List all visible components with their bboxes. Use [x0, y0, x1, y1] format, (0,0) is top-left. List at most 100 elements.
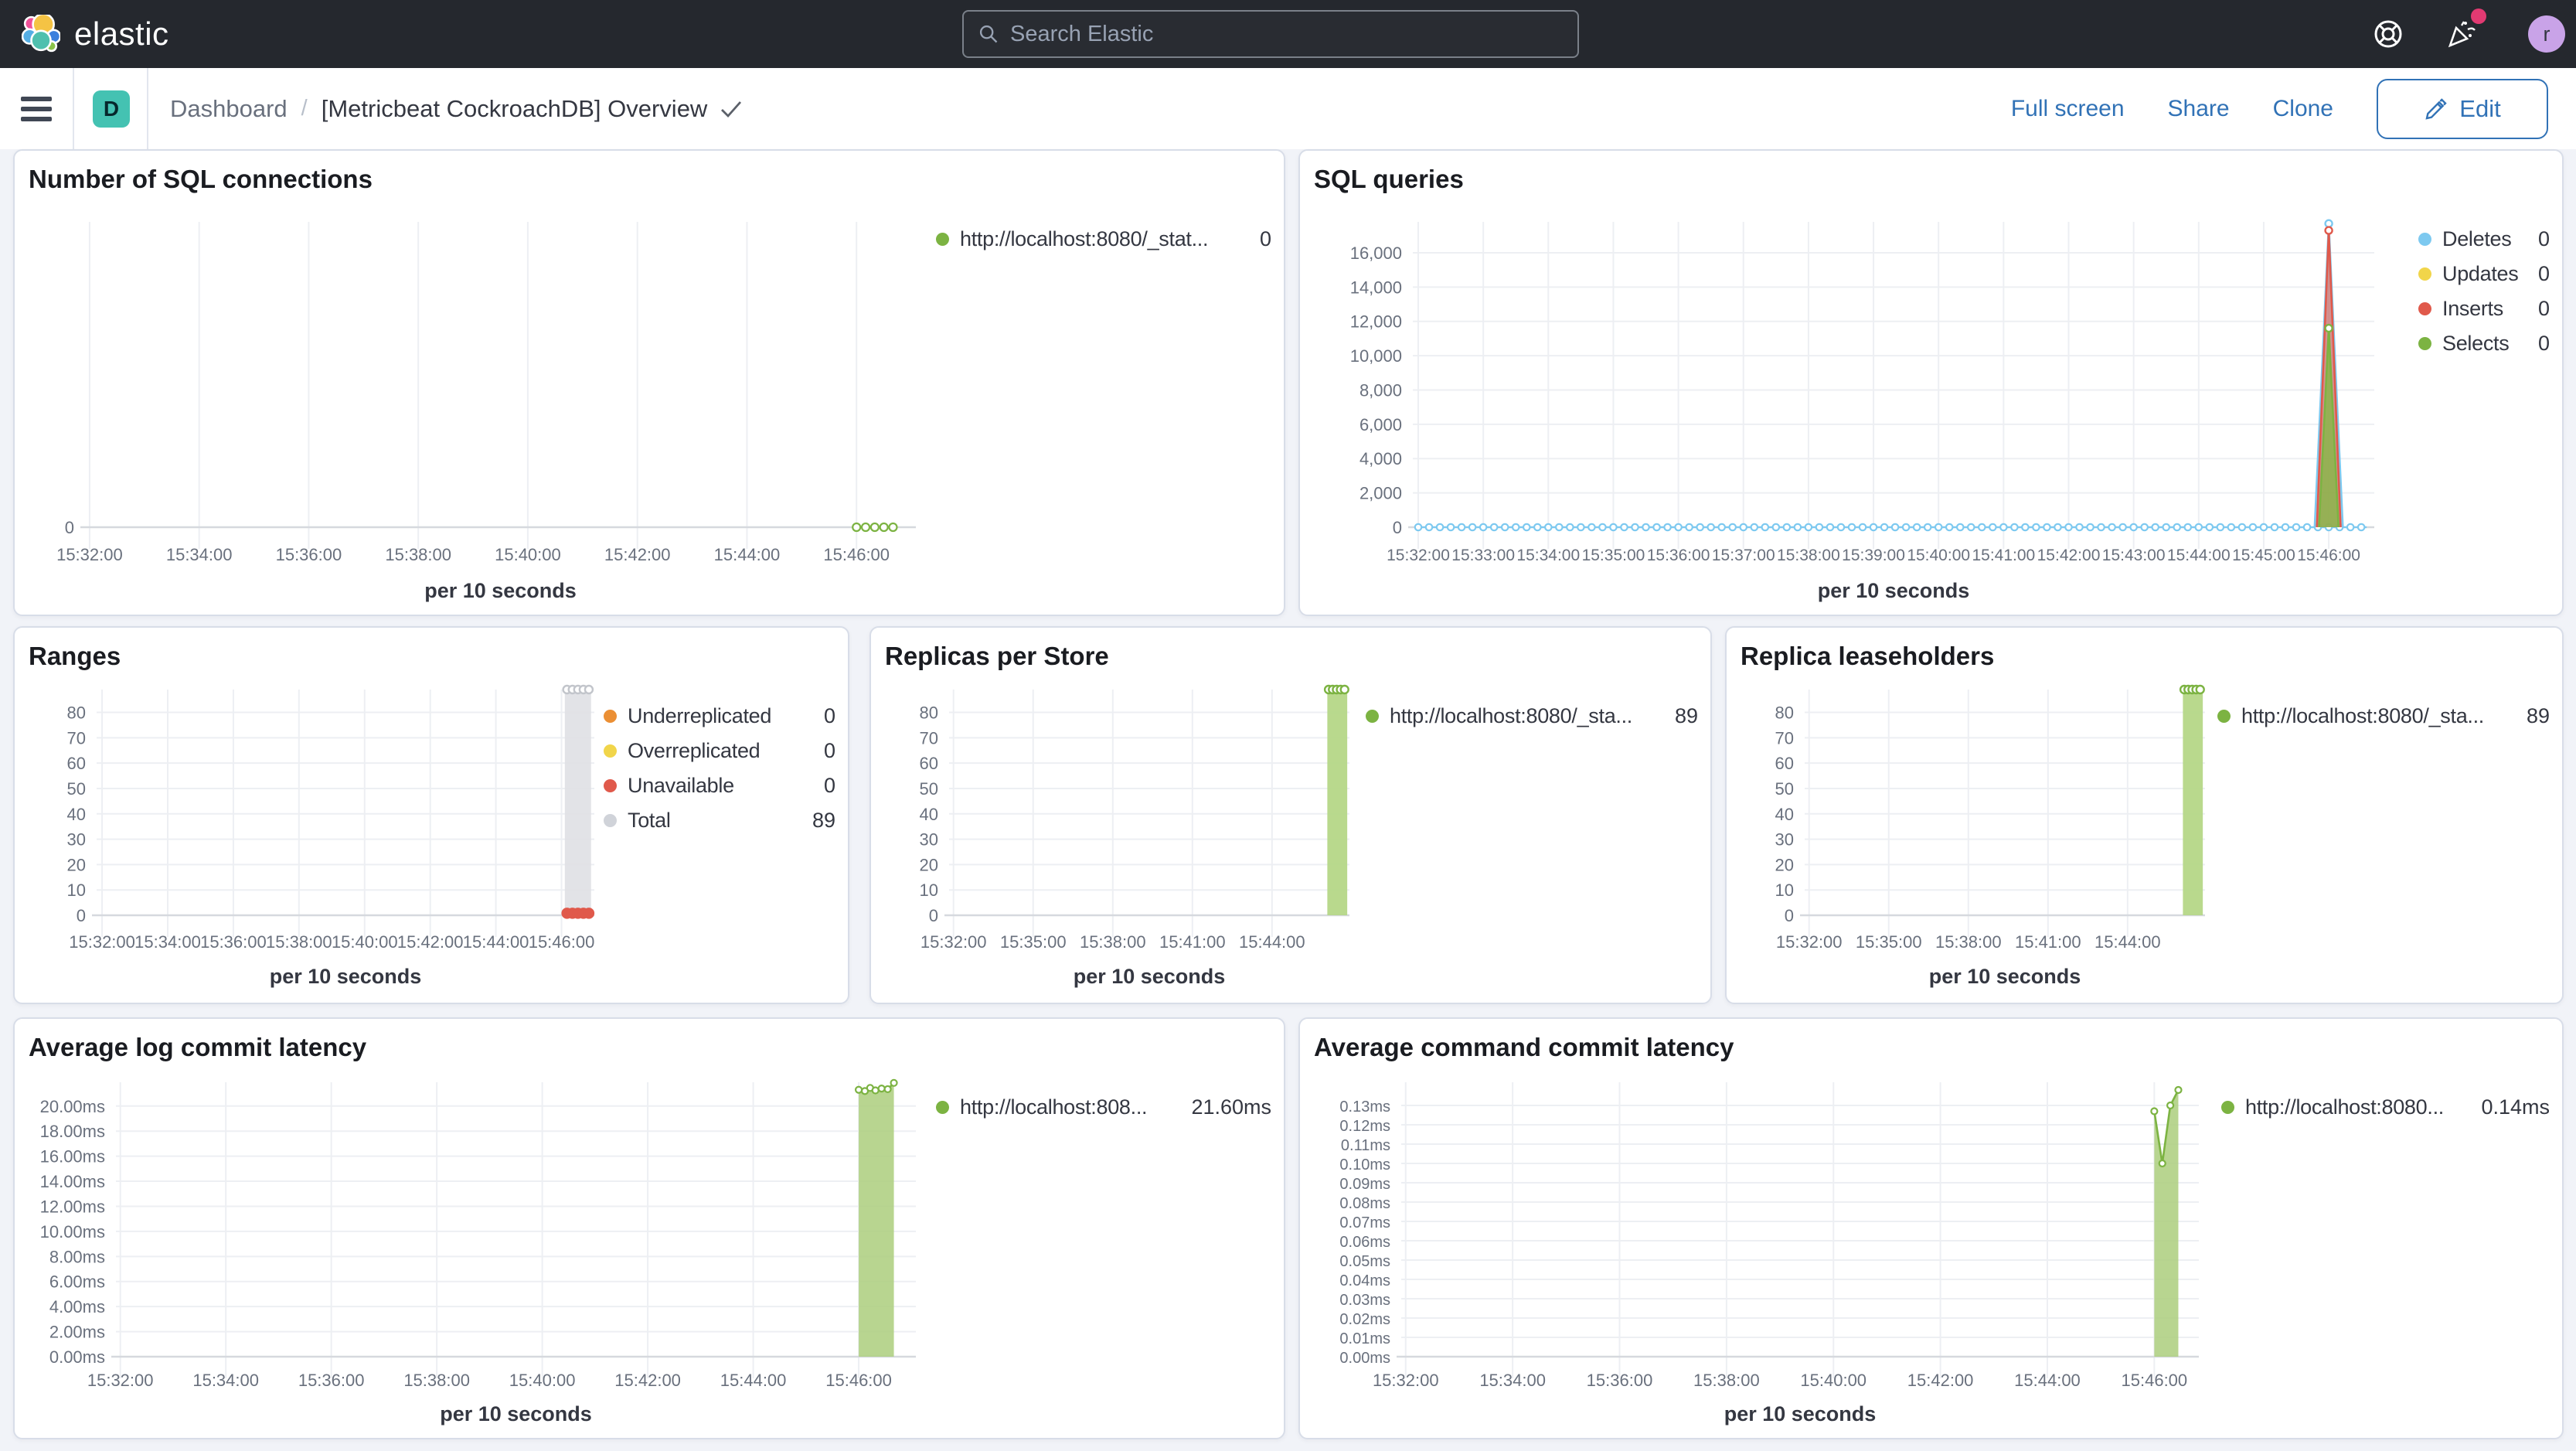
hamburger-icon [21, 96, 52, 121]
legend-item[interactable]: Total 89 [604, 803, 835, 838]
svg-text:12.00ms: 12.00ms [40, 1197, 105, 1216]
help-button[interactable] [2364, 10, 2412, 58]
svg-text:15:34:00: 15:34:00 [1516, 547, 1580, 564]
elastic-logo [22, 15, 60, 53]
global-header: elastic Search Elastic r [0, 0, 2576, 68]
svg-text:60: 60 [1775, 754, 1794, 773]
svg-text:15:38:00: 15:38:00 [1080, 932, 1146, 952]
legend-value: 0 [823, 774, 835, 797]
svg-text:0.06ms: 0.06ms [1339, 1234, 1390, 1251]
legend-item[interactable]: http://localhost:8080/_sta... 89 [1366, 699, 1698, 734]
svg-text:15:32:00: 15:32:00 [920, 932, 987, 952]
elastic-brand[interactable]: elastic [0, 15, 169, 53]
chart-canvas[interactable]: 0 10 20 30 40 50 60 70 80 15:32:00 15:34:00 15:36:0… [27, 676, 607, 1000]
svg-text:15:36:00: 15:36:00 [1647, 547, 1710, 564]
brand-text: elastic [74, 15, 169, 52]
legend-item[interactable]: http://localhost:808... 21.60ms [936, 1090, 1271, 1125]
svg-text:0: 0 [77, 906, 86, 925]
svg-text:15:38:00: 15:38:00 [403, 1371, 470, 1390]
chart-sql-queries[interactable]: 0 2,000 4,000 6,000 8,000 10,000 12,000 14,000 1… [1312, 199, 2418, 612]
chart-canvas[interactable]: 0.00ms 2.00ms 4.00ms 6.00ms 8.00ms 10.00ms 12.… [27, 1067, 939, 1430]
svg-text:40: 40 [920, 805, 938, 824]
breadcrumb: Dashboard / [Metricbeat CockroachDB] Ove… [170, 95, 743, 123]
chart-replica-leaseholders[interactable]: 0 10 20 30 40 50 60 70 80 15:32:00 15:35:00 15:38:0… [1739, 676, 2218, 1004]
legend-item[interactable]: Selects 0 [2418, 326, 2550, 361]
svg-text:30: 30 [1775, 830, 1794, 850]
svg-text:0.00ms: 0.00ms [49, 1347, 105, 1367]
chart-command-commit-latency[interactable]: 0.00ms 0.01ms 0.02ms 0.03ms 0.04ms 0.05ms 0.06… [1312, 1067, 2224, 1434]
legend-item[interactable]: Inserts 0 [2418, 291, 2550, 326]
app-badge-letter: D [103, 96, 120, 121]
svg-text:6.00ms: 6.00ms [49, 1272, 105, 1292]
svg-text:15:32:00: 15:32:00 [1373, 1371, 1439, 1390]
svg-text:0.10ms: 0.10ms [1339, 1156, 1390, 1173]
toolbar-divider [73, 68, 74, 149]
dashboard-app-badge[interactable]: D [93, 90, 130, 128]
search-input[interactable]: Search Elastic [962, 10, 1579, 58]
chart-ranges[interactable]: 0 10 20 30 40 50 60 70 80 15:32:00 15:34:00 15:36:0… [27, 676, 607, 1004]
series-dot-icon [936, 233, 949, 246]
svg-text:0.04ms: 0.04ms [1339, 1272, 1390, 1289]
legend-item[interactable]: http://localhost:8080... 0.14ms [2221, 1090, 2550, 1125]
svg-text:15:32:00: 15:32:00 [1776, 932, 1843, 952]
legend-item[interactable]: http://localhost:8080/_sta... 89 [2217, 699, 2550, 734]
svg-text:0.05ms: 0.05ms [1339, 1253, 1390, 1270]
svg-text:15:41:00: 15:41:00 [2015, 932, 2081, 952]
dashboard-title[interactable]: [Metricbeat CockroachDB] Overview [322, 95, 744, 123]
legend-value: 0 [2537, 297, 2550, 320]
svg-text:15:38:00: 15:38:00 [1777, 547, 1840, 564]
svg-text:15:40:00: 15:40:00 [1907, 547, 1970, 564]
legend-item[interactable]: Updates 0 [2418, 257, 2550, 291]
share-button[interactable]: Share [2168, 96, 2230, 122]
full-screen-button[interactable]: Full screen [2011, 96, 2125, 122]
svg-text:8,000: 8,000 [1359, 380, 1402, 400]
chart-canvas[interactable]: 0.00ms 0.01ms 0.02ms 0.03ms 0.04ms 0.05ms 0.06… [1312, 1067, 2224, 1430]
svg-text:15:36:00: 15:36:00 [298, 1371, 365, 1390]
svg-text:15:34:00: 15:34:00 [134, 932, 201, 952]
chart-replicas-per-store[interactable]: 0 10 20 30 40 50 60 70 80 15:32:00 15:35:00 15:38:0… [883, 676, 1363, 1004]
svg-text:15:37:00: 15:37:00 [1712, 547, 1775, 564]
legend-label: http://localhost:8080... [2245, 1095, 2444, 1119]
svg-text:15:32:00: 15:32:00 [56, 545, 123, 564]
legend-label: http://localhost:8080/_sta... [1390, 704, 1633, 727]
legend-item[interactable]: Unavailable 0 [604, 768, 835, 803]
legend-item[interactable]: Overreplicated 0 [604, 734, 835, 768]
series-dot-icon [2418, 233, 2431, 246]
menu-button[interactable] [0, 68, 73, 149]
svg-text:15:38:00: 15:38:00 [1935, 932, 2002, 952]
clone-button[interactable]: Clone [2273, 96, 2333, 122]
user-avatar[interactable]: r [2528, 15, 2565, 53]
svg-text:15:42:00: 15:42:00 [604, 545, 671, 564]
panel-replica-leaseholders: Replica leaseholders 0 10 20 30 40 50 60 70 80 15… [1725, 626, 2564, 1004]
legend-label: http://localhost:8080/_stat... [960, 227, 1209, 250]
chart-sql-connections[interactable]: 0 15:32:00 15:34:00 15:36:00 15:38:00 15:40:0… [27, 199, 939, 612]
chart-log-commit-latency[interactable]: 0.00ms 2.00ms 4.00ms 6.00ms 8.00ms 10.00ms 12.… [27, 1067, 939, 1434]
svg-text:8.00ms: 8.00ms [49, 1247, 105, 1266]
panel-ranges: Ranges 0 10 20 30 40 50 60 70 80 15:32:00 15:34:00… [13, 626, 849, 1004]
svg-text:40: 40 [1775, 805, 1794, 824]
panel-number-of-sql-connections: Number of SQL connections 0 15:32:00 15:34… [13, 149, 1285, 616]
newsfeed-button[interactable] [2437, 9, 2486, 58]
svg-text:15:44:00: 15:44:00 [2094, 932, 2161, 952]
chart-canvas[interactable]: 0 2,000 4,000 6,000 8,000 10,000 12,000 14,000 1… [1312, 199, 2418, 608]
legend-item[interactable]: http://localhost:8080/_stat... 0 [936, 222, 1271, 257]
svg-text:10: 10 [1775, 880, 1794, 900]
svg-text:0.12ms: 0.12ms [1339, 1118, 1390, 1135]
panel-title: Average command commit latency [1314, 1033, 1734, 1061]
svg-text:4,000: 4,000 [1359, 449, 1402, 468]
edit-button[interactable]: Edit [2377, 78, 2548, 139]
legend-item[interactable]: Deletes 0 [2418, 222, 2550, 257]
legend-item[interactable]: Underreplicated 0 [604, 699, 835, 734]
svg-text:14.00ms: 14.00ms [40, 1172, 105, 1191]
svg-text:50: 50 [67, 779, 86, 799]
legend-label: Underreplicated [628, 704, 772, 727]
svg-text:per 10 seconds: per 10 seconds [1724, 1402, 1877, 1425]
svg-text:15:32:00: 15:32:00 [87, 1371, 154, 1390]
chart-canvas[interactable]: 0 10 20 30 40 50 60 70 80 15:32:00 15:35:00 15:38:0… [1739, 676, 2218, 1000]
chart-canvas[interactable]: 0 10 20 30 40 50 60 70 80 15:32:00 15:35:00 15:38:0… [883, 676, 1363, 1000]
svg-text:10.00ms: 10.00ms [40, 1222, 105, 1242]
breadcrumb-dashboard-link[interactable]: Dashboard [170, 95, 288, 123]
svg-text:10,000: 10,000 [1350, 346, 1402, 366]
avatar-initial: r [2543, 22, 2550, 46]
chart-canvas[interactable]: 0 15:32:00 15:34:00 15:36:00 15:38:00 15:40:0… [27, 199, 939, 608]
